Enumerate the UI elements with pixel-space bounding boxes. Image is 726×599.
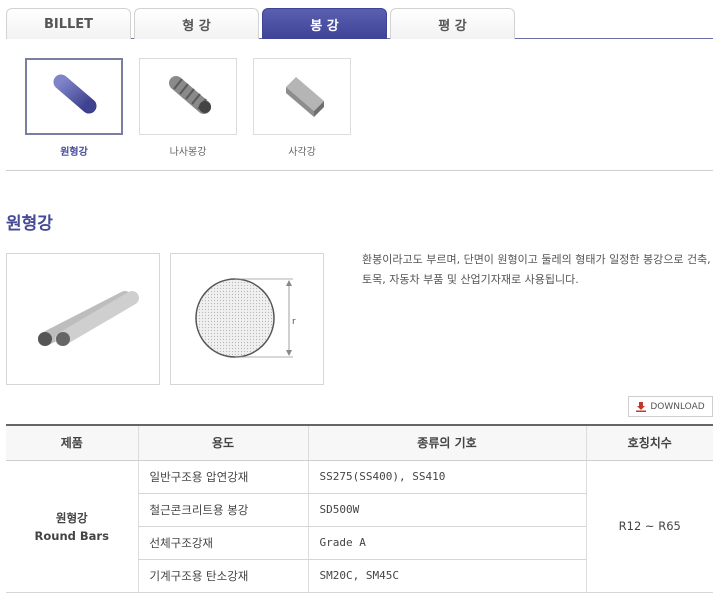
product-name-ko: 원형강 bbox=[55, 510, 88, 525]
use-cell: 선체구조강재 bbox=[137, 526, 308, 560]
symbol-cell: SD500W bbox=[307, 493, 586, 527]
product-threaded-bar-thumb[interactable] bbox=[139, 58, 237, 135]
tab-billet[interactable]: BILLET bbox=[6, 8, 131, 39]
cross-section-illustration: r bbox=[195, 278, 296, 358]
product-description: 환봉이라고도 부르며, 단면이 원형이고 둘레의 형태가 일정한 봉강으로 건축… bbox=[362, 253, 711, 286]
product-spec-table: 제품 용도 종류의 기호 호칭치수 원형강 Round Bars 일반구조용 압… bbox=[6, 424, 713, 593]
download-button[interactable]: DOWNLOAD bbox=[628, 396, 713, 417]
product-square-bar-thumb[interactable] bbox=[253, 58, 351, 135]
product-round-bar-label[interactable]: 원형강 bbox=[25, 143, 123, 158]
download-label: DOWNLOAD bbox=[650, 401, 705, 412]
category-tabs: BILLET 형 강 봉 강 평 강 bbox=[6, 8, 713, 39]
table-header-row: 제품 용도 종류의 기호 호칭치수 bbox=[6, 424, 713, 461]
tab-bar-steel[interactable]: 봉 강 bbox=[262, 8, 387, 39]
section-title: 원형강 bbox=[6, 214, 53, 234]
header-symbol: 종류의 기호 bbox=[307, 424, 586, 461]
size-cell: R12 ~ R65 bbox=[585, 460, 713, 593]
product-name-en: Round Bars bbox=[34, 528, 109, 543]
product-name-cell: 원형강 Round Bars bbox=[6, 460, 138, 593]
product-threaded-bar-label[interactable]: 나사봉강 bbox=[139, 143, 237, 158]
use-cell: 철근콘크리트용 봉강 bbox=[137, 493, 308, 527]
round-bars-illustration bbox=[38, 291, 139, 346]
use-cell: 기계구조용 탄소강재 bbox=[137, 559, 308, 593]
radius-label: r bbox=[292, 317, 296, 327]
round-bar-image bbox=[53, 74, 97, 114]
cross-section-diagram: r bbox=[170, 253, 324, 385]
symbol-cell: Grade A bbox=[307, 526, 586, 560]
product-selector: 원형강 나사봉강 사각강 bbox=[6, 39, 713, 171]
tab-section-steel[interactable]: 형 강 bbox=[134, 8, 259, 39]
tab-flat-steel[interactable]: 평 강 bbox=[390, 8, 515, 39]
download-icon bbox=[636, 401, 647, 412]
symbol-cell: SS275(SS400), SS410 bbox=[307, 460, 586, 494]
product-round-bar-thumb[interactable] bbox=[25, 58, 123, 135]
product-square-bar-label[interactable]: 사각강 bbox=[253, 143, 351, 158]
square-bar-image bbox=[286, 77, 324, 117]
round-bar-photo bbox=[6, 253, 160, 385]
use-cell: 일반구조용 압연강재 bbox=[137, 460, 308, 494]
header-size: 호칭치수 bbox=[585, 424, 713, 461]
header-use: 용도 bbox=[137, 424, 308, 461]
header-product: 제품 bbox=[6, 424, 138, 461]
threaded-bar-image bbox=[169, 76, 211, 114]
table-row: 원형강 Round Bars 일반구조용 압연강재 SS275(SS400), … bbox=[6, 460, 713, 593]
symbol-cell: SM20C, SM45C bbox=[307, 559, 586, 593]
